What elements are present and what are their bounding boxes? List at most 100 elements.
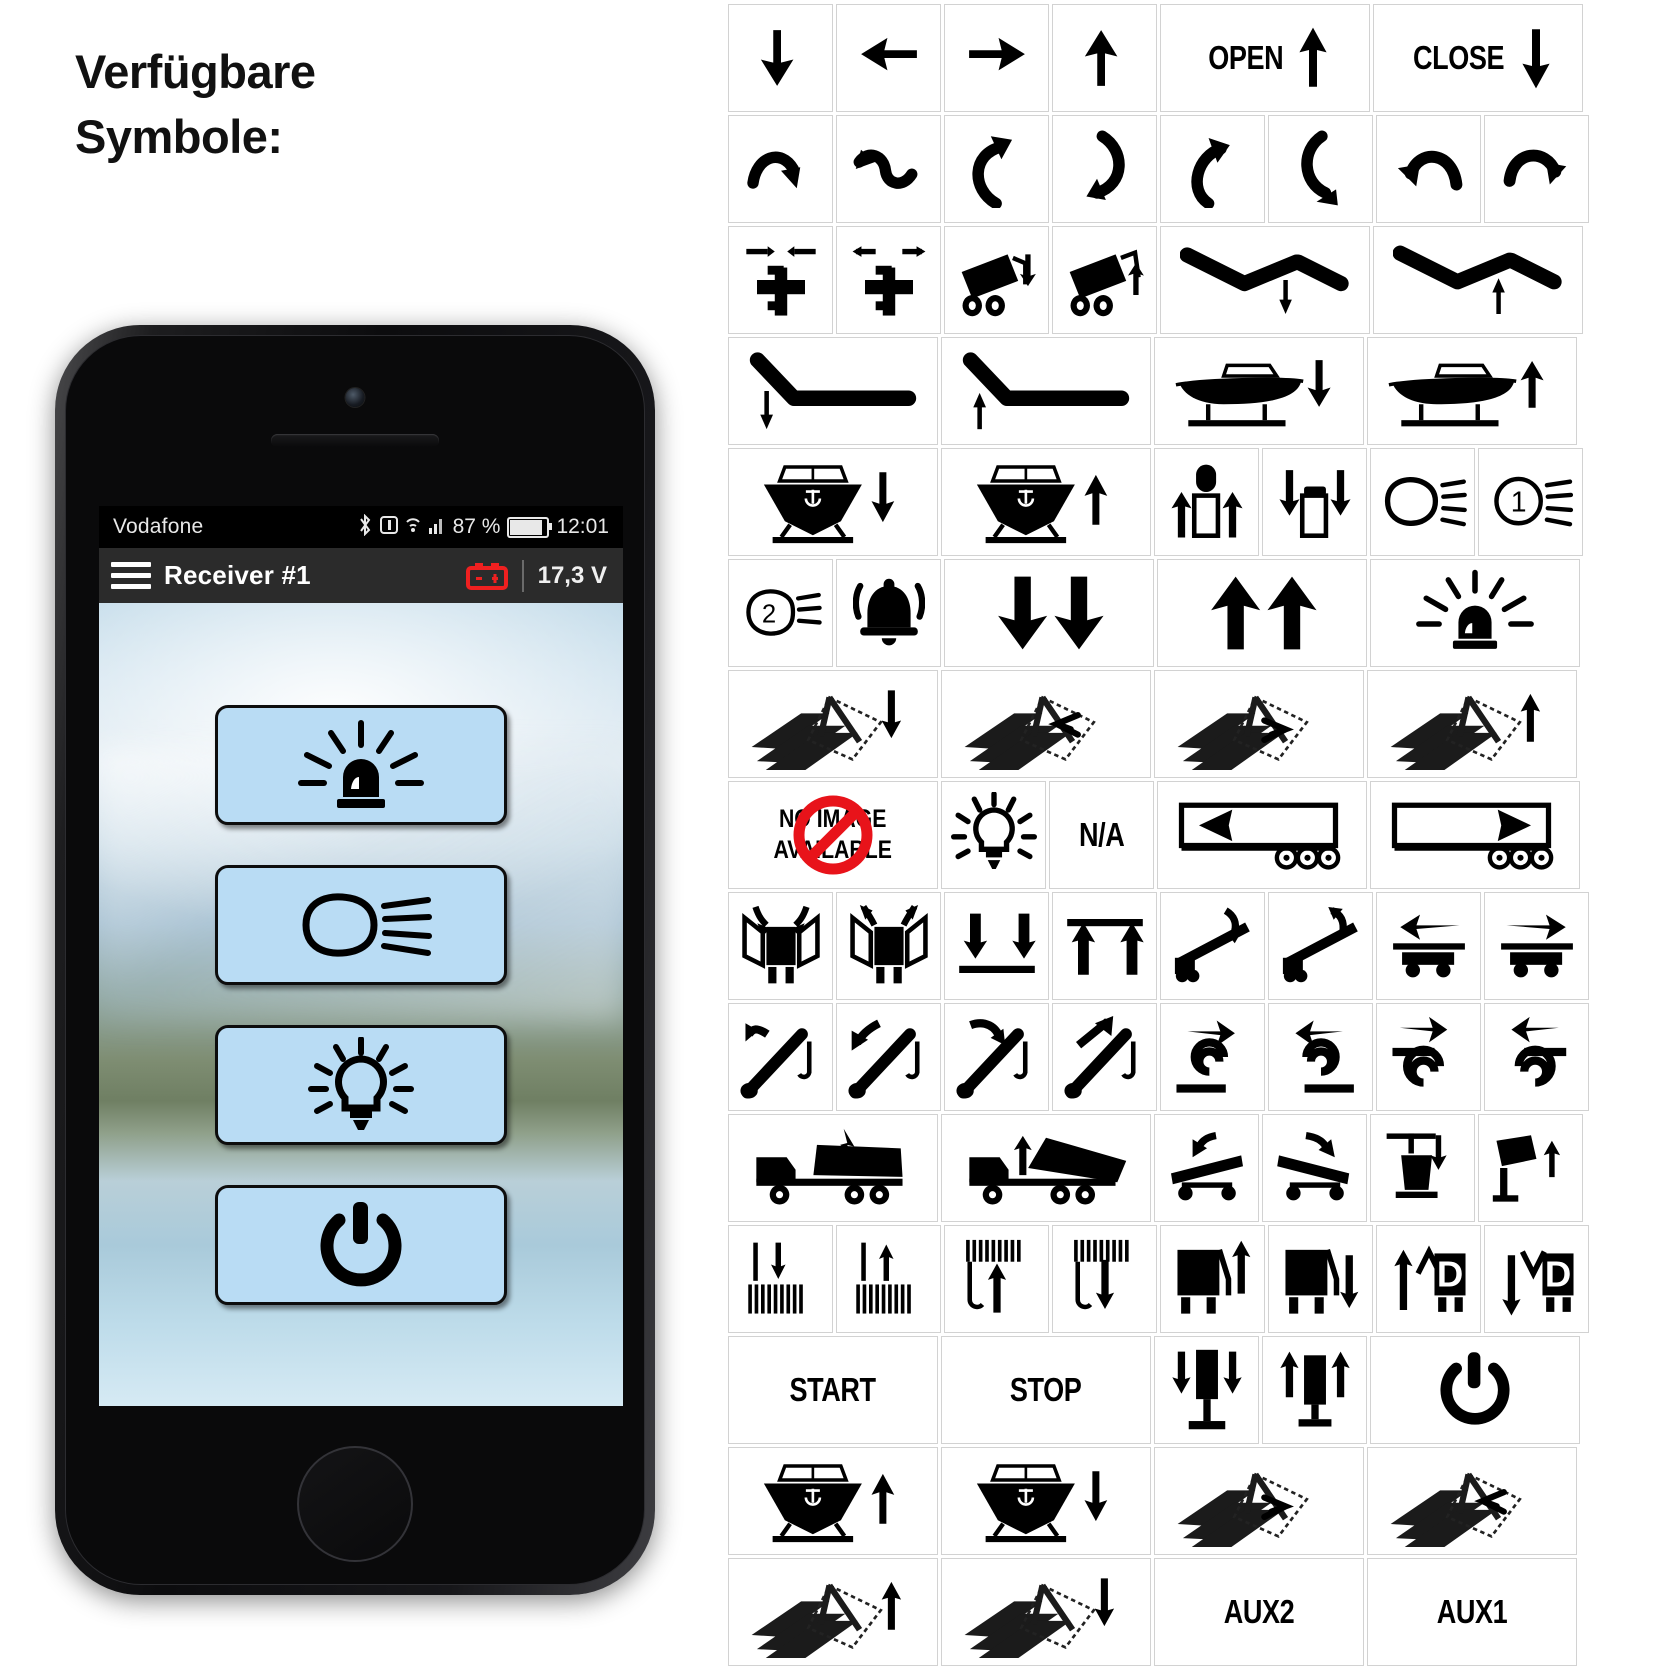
axle-extend-icon[interactable] — [836, 226, 941, 334]
beacon-light-button[interactable] — [215, 704, 507, 825]
no-image-available-placeholder[interactable]: NO IMAGE AVAILABLE — [728, 781, 938, 889]
crane-arm-down-right-icon[interactable] — [944, 1003, 1049, 1111]
not-available-label[interactable]: N/A — [1049, 781, 1154, 889]
brush-lower-icon[interactable] — [728, 1225, 833, 1333]
start-label[interactable]: START — [728, 1336, 938, 1444]
aux1-label[interactable]: AUX1 — [1367, 1558, 1577, 1666]
symbol-grid: OPEN CLOSE 1 2 NO IMAGE AVAILABLE N/A D D START ST… — [722, 0, 1680, 1680]
hook-lower-icon[interactable] — [1052, 1225, 1157, 1333]
lamp-icon[interactable] — [941, 781, 1046, 889]
boat-front-down-icon[interactable] — [728, 448, 938, 556]
brush-raise-icon[interactable] — [836, 1225, 941, 1333]
crane-arm-down-left-icon[interactable] — [836, 1003, 941, 1111]
tipper-down-icon[interactable] — [944, 226, 1049, 334]
support-leg-down-icon[interactable] — [1154, 1336, 1259, 1444]
lamp-button[interactable] — [215, 1024, 507, 1145]
rotate-cw-down-icon[interactable] — [1268, 115, 1373, 223]
rotate-down-left-icon[interactable] — [1052, 115, 1157, 223]
arrow-left-icon[interactable] — [836, 4, 941, 112]
deck-raise-icon[interactable] — [1052, 892, 1157, 1000]
winch-unroll-out-icon[interactable] — [1376, 1003, 1481, 1111]
arrow-down-icon[interactable] — [728, 4, 833, 112]
curve-left-down-icon[interactable] — [836, 115, 941, 223]
double-down-icon[interactable] — [944, 559, 1154, 667]
beacon-icon[interactable] — [1370, 559, 1580, 667]
headlight-beam-icon — [286, 885, 436, 965]
hamburger-menu-icon[interactable] — [111, 562, 151, 589]
curve-right-arrow-icon[interactable] — [1484, 115, 1589, 223]
support-leg-up-icon[interactable] — [1262, 1336, 1367, 1444]
winch-unroll-right-icon[interactable] — [1160, 1003, 1265, 1111]
aux2-label[interactable]: AUX2 — [1154, 1558, 1364, 1666]
curve-left-arrow-icon[interactable] — [1376, 115, 1481, 223]
container-tip-up-icon[interactable] — [1160, 1225, 1265, 1333]
headlight-2-icon[interactable]: 2 — [728, 559, 833, 667]
tipper-up-icon[interactable] — [1052, 226, 1157, 334]
side-doors-close-icon[interactable] — [728, 892, 833, 1000]
trailer-move-left-icon[interactable] — [1157, 781, 1367, 889]
symbol-grid-row: AUX2 AUX1 — [728, 1558, 1577, 1666]
ramp-left-up-icon[interactable] — [941, 337, 1151, 445]
button-stack — [99, 603, 623, 1406]
container-tip-down-icon[interactable] — [1268, 1225, 1373, 1333]
dump-truck-lower-icon[interactable] — [728, 1114, 938, 1222]
boat-front-raise-icon[interactable] — [728, 1447, 938, 1555]
deck-lower-icon[interactable] — [944, 892, 1049, 1000]
power-button[interactable] — [215, 1184, 507, 1305]
boat-front-up-icon[interactable] — [941, 448, 1151, 556]
headlight-icon[interactable] — [1370, 448, 1475, 556]
deck-slide-left-icon[interactable] — [1376, 892, 1481, 1000]
tarp-open-up-2-icon[interactable] — [728, 1558, 938, 1666]
tarp-close-down-2-icon[interactable] — [941, 1558, 1151, 1666]
tarp-pull-left-icon[interactable] — [941, 670, 1151, 778]
headlight-1-icon[interactable]: 1 — [1478, 448, 1583, 556]
dump-truck-raise-icon[interactable] — [941, 1114, 1151, 1222]
curve-right-down-icon[interactable] — [728, 115, 833, 223]
axle-retract-icon[interactable] — [728, 226, 833, 334]
arrow-up-icon[interactable] — [1052, 4, 1157, 112]
tarp-close-down-icon[interactable] — [728, 670, 938, 778]
boat-side-up-icon[interactable] — [1367, 337, 1577, 445]
cylinder-retract-icon[interactable] — [1262, 448, 1367, 556]
stop-label[interactable]: STOP — [941, 1336, 1151, 1444]
deck-slide-right-icon[interactable] — [1484, 892, 1589, 1000]
ramp-center-up-icon[interactable] — [1373, 226, 1583, 334]
ramp-left-down-icon[interactable] — [728, 337, 938, 445]
boat-front-lower-icon[interactable] — [941, 1447, 1151, 1555]
power-icon[interactable] — [1370, 1336, 1580, 1444]
platform-tilt-left-icon[interactable] — [1154, 1114, 1259, 1222]
crane-arm-up-right-icon[interactable] — [1052, 1003, 1157, 1111]
door-d-up-icon[interactable]: D — [1376, 1225, 1481, 1333]
horn-bell-icon[interactable] — [836, 559, 941, 667]
tarp-open-up-icon[interactable] — [1367, 670, 1577, 778]
arrow-right-icon[interactable] — [944, 4, 1049, 112]
door-d-down-icon[interactable]: D — [1484, 1225, 1589, 1333]
hook-raise-icon[interactable] — [944, 1225, 1049, 1333]
ramp-tilt-down-icon[interactable] — [1160, 892, 1265, 1000]
trailer-move-right-icon[interactable] — [1370, 781, 1580, 889]
crane-arm-up-left-icon[interactable] — [728, 1003, 833, 1111]
arrow-up-icon — [1296, 26, 1330, 90]
winch-roll-left-icon[interactable] — [1268, 1003, 1373, 1111]
double-up-icon[interactable] — [1157, 559, 1367, 667]
cylinder-extend-icon[interactable] — [1154, 448, 1259, 556]
work-light-button[interactable] — [215, 864, 507, 985]
home-button[interactable] — [297, 1446, 413, 1562]
ramp-tilt-up-icon[interactable] — [1268, 892, 1373, 1000]
close-down-label[interactable]: CLOSE — [1373, 4, 1583, 112]
rotate-up-right-icon[interactable] — [944, 115, 1049, 223]
side-doors-open-icon[interactable] — [836, 892, 941, 1000]
bin-lifter-up-icon[interactable] — [1478, 1114, 1583, 1222]
winch-roll-in-icon[interactable] — [1484, 1003, 1589, 1111]
platform-tilt-right-icon[interactable] — [1262, 1114, 1367, 1222]
tarp-pull-left-2-icon[interactable] — [1367, 1447, 1577, 1555]
boat-side-down-icon[interactable] — [1154, 337, 1364, 445]
bin-lifter-down-icon[interactable] — [1370, 1114, 1475, 1222]
signal-bars-icon — [428, 515, 446, 539]
ramp-center-down-icon[interactable] — [1160, 226, 1370, 334]
start-label-text: START — [789, 1371, 877, 1408]
tarp-pull-right-2-icon[interactable] — [1154, 1447, 1364, 1555]
tarp-pull-right-icon[interactable] — [1154, 670, 1364, 778]
rotate-ccw-up-icon[interactable] — [1160, 115, 1265, 223]
open-up-label[interactable]: OPEN — [1160, 4, 1370, 112]
